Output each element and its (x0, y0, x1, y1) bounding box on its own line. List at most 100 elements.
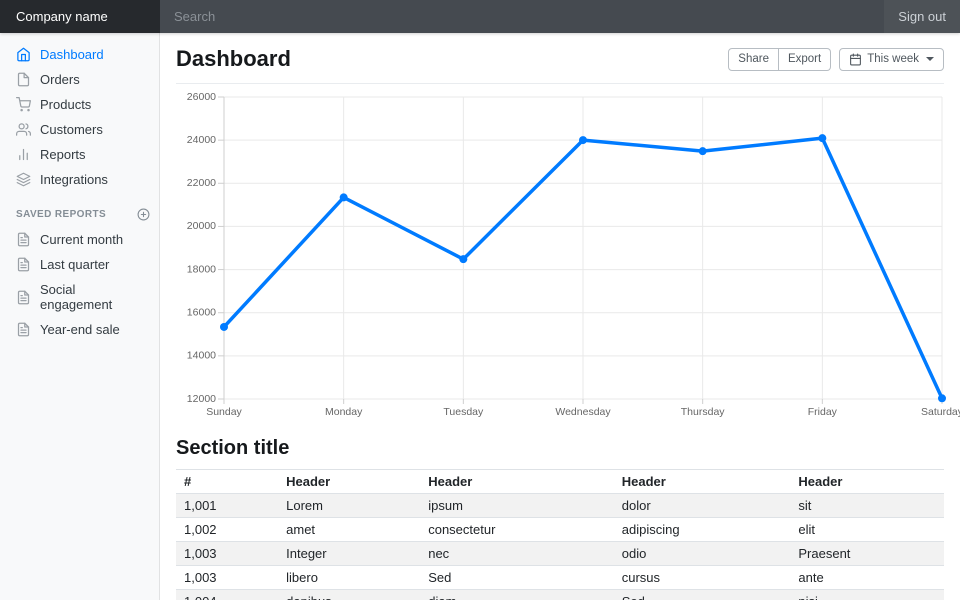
sidebar-item-orders[interactable]: Orders (0, 67, 160, 92)
sales-line-chart: 1200014000160001800020000220002400026000… (176, 89, 944, 421)
main-content: Dashboard Share Export This week 12000 14… (160, 33, 960, 600)
data-table: #HeaderHeaderHeaderHeader 1,001Loremipsu… (176, 469, 944, 600)
axis-tick-label: 26000 (187, 91, 216, 103)
table-header-cell: Header (614, 470, 791, 494)
plus-circle-icon[interactable] (137, 208, 150, 221)
table-cell: nisi (790, 590, 944, 600)
table-cell: sit (790, 494, 944, 518)
table-cell: elit (790, 518, 944, 542)
table-header-cell: Header (420, 470, 614, 494)
brand-link[interactable]: Company name (0, 0, 160, 33)
top-navbar: Company name Sign out (0, 0, 960, 33)
axis-tick-label: Friday (808, 406, 838, 418)
page-header: Dashboard Share Export This week (176, 33, 944, 84)
table-cell: dapibus (278, 590, 420, 600)
table-cell: 1,003 (176, 566, 278, 590)
search-input[interactable] (160, 0, 884, 33)
sidebar-item-label: Orders (40, 72, 80, 87)
sidebar-item-label: Integrations (40, 172, 108, 187)
sidebar-item-label: Reports (40, 147, 86, 162)
sidebar-nav: Dashboard Orders Products Customers Reports I… (0, 42, 160, 192)
line-chart-svg: 1200014000160001800020000220002400026000… (176, 89, 944, 421)
chart-point (220, 323, 228, 331)
table-header-cell: Header (278, 470, 420, 494)
table-row: 1,004dapibusdiamSednisi (176, 590, 944, 600)
file-icon (16, 72, 31, 87)
page-title: Dashboard (176, 46, 291, 72)
period-dropdown[interactable]: This week (839, 48, 944, 71)
table-cell: 1,002 (176, 518, 278, 542)
table-row: 1,003liberoSedcursusante (176, 566, 944, 590)
saved-reports-title: Saved reports (16, 209, 106, 220)
shopping-cart-icon (16, 97, 31, 112)
table-cell: ipsum (420, 494, 614, 518)
file-text-icon (16, 257, 31, 272)
sidebar-item-label: Last quarter (40, 257, 109, 272)
axis-tick-label: 20000 (187, 220, 216, 232)
users-icon (16, 122, 31, 137)
table-cell: consectetur (420, 518, 614, 542)
axis-tick-label: Saturday (921, 406, 960, 418)
sidebar-item-current-month[interactable]: Current month (0, 227, 160, 252)
table-cell: Sed (614, 590, 791, 600)
file-text-icon (16, 322, 31, 337)
table-header-cell: Header (790, 470, 944, 494)
table-row: 1,001Loremipsumdolorsit (176, 494, 944, 518)
period-label: This week (867, 53, 919, 65)
saved-reports-header: Saved reports (0, 192, 160, 227)
axis-tick-label: Wednesday (555, 406, 611, 418)
sidebar-item-dashboard[interactable]: Dashboard (0, 42, 160, 67)
table-cell: amet (278, 518, 420, 542)
axis-tick-label: 22000 (187, 177, 216, 189)
bar-chart-icon (16, 147, 31, 162)
chart-point (938, 394, 946, 402)
axis-tick-label: 24000 (187, 134, 216, 146)
sidebar-item-last-quarter[interactable]: Last quarter (0, 252, 160, 277)
section-title: Section title (176, 437, 944, 460)
saved-reports-list: Current month Last quarter Social engageme… (0, 227, 160, 342)
sign-out-link[interactable]: Sign out (884, 0, 960, 33)
table-cell: Praesent (790, 542, 944, 566)
table-cell: Sed (420, 566, 614, 590)
table-cell: libero (278, 566, 420, 590)
sidebar-item-label: Social engagement (40, 282, 144, 312)
axis-tick-label: Tuesday (443, 406, 484, 418)
home-icon (16, 47, 31, 62)
table-cell: Integer (278, 542, 420, 566)
table-cell: adipiscing (614, 518, 791, 542)
axis-tick-label: Thursday (681, 406, 726, 418)
table-body: 1,001Loremipsumdolorsit1,002ametconsecte… (176, 494, 944, 600)
axis-tick-label: 12000 (187, 393, 216, 405)
sidebar-item-label: Year-end sale (40, 322, 120, 337)
sidebar-item-integrations[interactable]: Integrations (0, 167, 160, 192)
sidebar-item-label: Products (40, 97, 91, 112)
sidebar-item-social-engagement[interactable]: Social engagement (0, 277, 160, 317)
sidebar-item-products[interactable]: Products (0, 92, 160, 117)
file-text-icon (16, 232, 31, 247)
export-button[interactable]: Export (779, 48, 831, 71)
sidebar-item-year-end-sale[interactable]: Year-end sale (0, 317, 160, 342)
sidebar-item-customers[interactable]: Customers (0, 117, 160, 142)
table-cell: ante (790, 566, 944, 590)
chart-point (459, 255, 467, 263)
table-cell: dolor (614, 494, 791, 518)
sidebar-item-label: Current month (40, 232, 123, 247)
app-window: Company name Sign out Dashboard Orders Pro… (0, 0, 960, 600)
sidebar-item-reports[interactable]: Reports (0, 142, 160, 167)
axis-tick-label: 14000 (187, 350, 216, 362)
axis-tick-label: Monday (325, 406, 363, 418)
share-button[interactable]: Share (728, 48, 779, 71)
chart-point (340, 193, 348, 201)
axis-tick-label: 18000 (187, 263, 216, 275)
caret-down-icon (926, 57, 934, 61)
table-cell: 1,001 (176, 494, 278, 518)
chart-point (818, 134, 826, 142)
layers-icon (16, 172, 31, 187)
sidebar: Dashboard Orders Products Customers Reports I… (0, 33, 160, 600)
table-cell: nec (420, 542, 614, 566)
sidebar-item-label: Customers (40, 122, 103, 137)
file-text-icon (16, 290, 31, 305)
chart-point (699, 147, 707, 155)
table-cell: cursus (614, 566, 791, 590)
table-cell: 1,004 (176, 590, 278, 600)
